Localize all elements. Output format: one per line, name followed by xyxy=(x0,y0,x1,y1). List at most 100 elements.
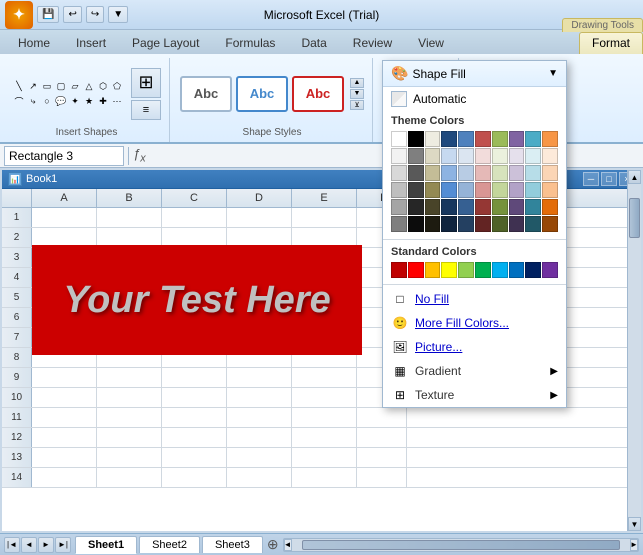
color-swatch[interactable] xyxy=(492,182,508,198)
automatic-item[interactable]: Automatic xyxy=(383,87,566,111)
color-swatch[interactable] xyxy=(441,131,457,147)
scroll-down-btn[interactable]: ▼ xyxy=(350,89,364,99)
save-button[interactable]: 💾 xyxy=(37,6,59,23)
cell[interactable] xyxy=(292,388,357,408)
color-swatch[interactable] xyxy=(492,216,508,232)
cell[interactable] xyxy=(357,428,407,448)
hscroll-right[interactable]: ► xyxy=(630,539,638,551)
gradient-item[interactable]: ▦ Gradient ▶ xyxy=(383,359,566,383)
color-swatch[interactable] xyxy=(458,182,474,198)
color-swatch[interactable] xyxy=(408,165,424,181)
cell[interactable] xyxy=(97,388,162,408)
color-swatch[interactable] xyxy=(408,148,424,164)
cell[interactable] xyxy=(32,448,97,468)
cell[interactable] xyxy=(32,408,97,428)
std-color-yellow[interactable] xyxy=(441,262,457,278)
add-sheet-btn[interactable]: ⊕ xyxy=(267,536,279,553)
nav-prev-sheet[interactable]: ◄ xyxy=(21,537,37,553)
color-swatch[interactable] xyxy=(509,199,525,215)
minimize-btn[interactable]: ─ xyxy=(583,172,599,186)
color-swatch[interactable] xyxy=(391,182,407,198)
customize-qat-button[interactable]: ▼ xyxy=(108,6,128,23)
shape-fill-header[interactable]: 🎨 Shape Fill ▼ xyxy=(383,61,566,87)
color-swatch[interactable] xyxy=(509,182,525,198)
shape-parallelogram[interactable]: ▱ xyxy=(68,79,82,93)
cell[interactable] xyxy=(227,408,292,428)
cell[interactable] xyxy=(227,208,292,228)
cell[interactable] xyxy=(292,208,357,228)
cell[interactable] xyxy=(227,428,292,448)
color-swatch[interactable] xyxy=(542,216,558,232)
color-swatch[interactable] xyxy=(458,199,474,215)
color-swatch[interactable] xyxy=(475,216,491,232)
color-swatch[interactable] xyxy=(458,131,474,147)
cell[interactable] xyxy=(292,368,357,388)
more-fill-colors-item[interactable]: 🙂 More Fill Colors... xyxy=(383,311,566,335)
hscroll-thumb[interactable] xyxy=(302,540,620,550)
color-swatch[interactable] xyxy=(542,182,558,198)
cell[interactable] xyxy=(32,368,97,388)
cell[interactable] xyxy=(162,368,227,388)
tab-view[interactable]: View xyxy=(405,32,457,54)
vertical-scrollbar[interactable]: ▲ ▼ xyxy=(627,170,641,531)
tab-format[interactable]: Format xyxy=(579,32,643,54)
sheet-tab-2[interactable]: Sheet2 xyxy=(139,536,200,553)
color-swatch[interactable] xyxy=(509,165,525,181)
color-swatch[interactable] xyxy=(441,148,457,164)
hscroll-track[interactable] xyxy=(292,539,630,551)
color-swatch[interactable] xyxy=(391,165,407,181)
color-swatch[interactable] xyxy=(492,199,508,215)
col-header-c[interactable]: C xyxy=(162,189,227,207)
col-header-d[interactable]: D xyxy=(227,189,292,207)
color-swatch[interactable] xyxy=(542,165,558,181)
cell[interactable] xyxy=(97,448,162,468)
std-color-darkblue[interactable] xyxy=(525,262,541,278)
shape-triangle[interactable]: △ xyxy=(82,79,96,93)
scroll-up-btn[interactable]: ▲ xyxy=(350,78,364,88)
color-swatch[interactable] xyxy=(475,199,491,215)
name-box[interactable] xyxy=(4,146,124,166)
color-swatch[interactable] xyxy=(525,216,541,232)
col-header-a[interactable]: A xyxy=(32,189,97,207)
cell[interactable] xyxy=(97,368,162,388)
no-fill-item[interactable]: □ No Fill xyxy=(383,287,566,311)
color-swatch[interactable] xyxy=(458,165,474,181)
color-swatch[interactable] xyxy=(458,216,474,232)
color-swatch[interactable] xyxy=(525,165,541,181)
col-header-e[interactable]: E xyxy=(292,189,357,207)
color-swatch[interactable] xyxy=(441,216,457,232)
color-swatch[interactable] xyxy=(408,199,424,215)
shape-diamond[interactable]: ⬡ xyxy=(96,79,110,93)
cell[interactable] xyxy=(162,428,227,448)
color-swatch[interactable] xyxy=(408,216,424,232)
cell[interactable] xyxy=(32,388,97,408)
sheet-tab-3[interactable]: Sheet3 xyxy=(202,536,263,553)
color-swatch[interactable] xyxy=(525,148,541,164)
shape-more[interactable]: ⋯ xyxy=(110,94,124,108)
restore-btn[interactable]: □ xyxy=(601,172,617,186)
cell[interactable] xyxy=(292,408,357,428)
color-swatch[interactable] xyxy=(475,131,491,147)
cell[interactable] xyxy=(97,408,162,428)
cell[interactable] xyxy=(162,388,227,408)
color-swatch[interactable] xyxy=(542,131,558,147)
color-swatch[interactable] xyxy=(391,131,407,147)
std-color-red[interactable] xyxy=(408,262,424,278)
color-swatch[interactable] xyxy=(475,165,491,181)
shape-line[interactable]: ╲ xyxy=(12,79,26,93)
cell[interactable] xyxy=(357,408,407,428)
color-swatch[interactable] xyxy=(425,165,441,181)
cell[interactable] xyxy=(162,208,227,228)
color-swatch[interactable] xyxy=(391,148,407,164)
color-swatch[interactable] xyxy=(391,199,407,215)
cell[interactable] xyxy=(162,408,227,428)
cell[interactable] xyxy=(97,428,162,448)
picture-item[interactable]: 🖼 Picture... xyxy=(383,335,566,359)
cell[interactable] xyxy=(292,448,357,468)
cell[interactable] xyxy=(97,208,162,228)
cell[interactable] xyxy=(32,468,97,488)
shape-freeform[interactable]: ⤷ xyxy=(26,94,40,108)
shape-style-1[interactable]: Abc xyxy=(180,76,232,112)
shape-curve[interactable]: ⌒ xyxy=(12,94,26,108)
color-swatch[interactable] xyxy=(492,165,508,181)
